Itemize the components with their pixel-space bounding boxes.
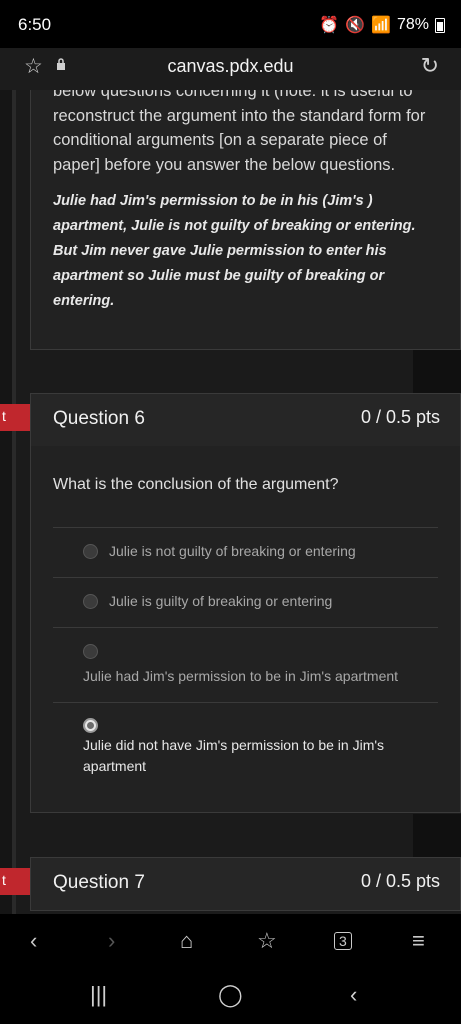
forward-icon[interactable]: › [108, 928, 115, 954]
reload-icon[interactable]: ↻ [421, 53, 439, 79]
left-rail [0, 90, 12, 914]
question-6-prompt: What is the conclusion of the argument? [53, 476, 339, 493]
home-icon[interactable]: ⌂ [180, 928, 193, 954]
battery-percent: 78% [396, 16, 429, 33]
answer-label: Julie had Jim's permission to be in Jim'… [83, 668, 399, 684]
menu-icon[interactable]: ≡ [412, 928, 425, 954]
question-7-title: Question 7 [53, 872, 145, 893]
question-6-header: Question 6 0 / 0.5 pts [30, 393, 461, 447]
answer-option-4[interactable]: Julie did not have Jim's permission to b… [53, 702, 438, 783]
radio-button-selected[interactable] [83, 718, 98, 733]
question-6-title: Question 6 [53, 408, 145, 429]
answer-label: Julie did not have Jim's permission to b… [83, 737, 385, 774]
system-nav-bar: ||| ◯ ‹ [0, 974, 461, 1024]
back-icon[interactable]: ‹ [30, 928, 37, 954]
argument-quote: Julie had Jim's permission to be in his … [53, 193, 416, 309]
status-bar: 6:50 ⏰ 🔇 📶 78% [0, 0, 461, 48]
radio-button[interactable] [83, 644, 98, 659]
question-7-header: Question 7 0 / 0.5 pts [30, 857, 461, 911]
left-rail-border [12, 90, 16, 914]
alarm-icon: ⏰ [319, 17, 340, 34]
home-circle-icon[interactable]: ◯ [218, 982, 243, 1008]
question-7-points: 0 / 0.5 pts [360, 871, 440, 891]
answer-option-3[interactable]: Julie had Jim's permission to be in Jim'… [53, 627, 438, 703]
panel-gap-block [413, 350, 461, 393]
wifi-icon: 📶 [371, 17, 391, 34]
battery-icon [435, 17, 445, 33]
recents-icon[interactable]: ||| [90, 982, 107, 1008]
answer-label: Julie is not guilty of breaking or enter… [109, 543, 356, 559]
question-6-points: 0 / 0.5 pts [360, 407, 440, 427]
question-intro-panel: below questions concerning it (note: it … [30, 90, 461, 350]
radio-button[interactable] [83, 544, 98, 559]
radio-button[interactable] [83, 594, 98, 609]
answer-label: Julie is guilty of breaking or entering [109, 593, 333, 609]
status-time: 6:50 [18, 15, 52, 34]
bookmarks-icon[interactable]: ☆ [257, 928, 277, 954]
system-back-icon[interactable]: ‹ [350, 982, 357, 1008]
tabs-icon[interactable]: 3 [334, 932, 352, 950]
browser-toolbar: ☆ canvas.pdx.edu ↻ [0, 48, 461, 90]
panel-gap-block [413, 814, 461, 857]
page-content: below questions concerning it (note: it … [0, 90, 461, 914]
answer-option-2[interactable]: Julie is guilty of breaking or entering [53, 577, 438, 628]
browser-nav-bar: ‹ › ⌂ ☆ 3 ≡ [0, 914, 461, 974]
status-icons: ⏰ 🔇 📶 78% [319, 15, 445, 35]
answer-option-1[interactable]: Julie is not guilty of breaking or enter… [53, 527, 438, 578]
question-6-body: What is the conclusion of the argument? … [30, 446, 461, 813]
address-bar[interactable]: canvas.pdx.edu [0, 56, 461, 77]
mute-icon: 🔇 [345, 17, 366, 34]
intro-description: below questions concerning it (note: it … [53, 90, 426, 174]
